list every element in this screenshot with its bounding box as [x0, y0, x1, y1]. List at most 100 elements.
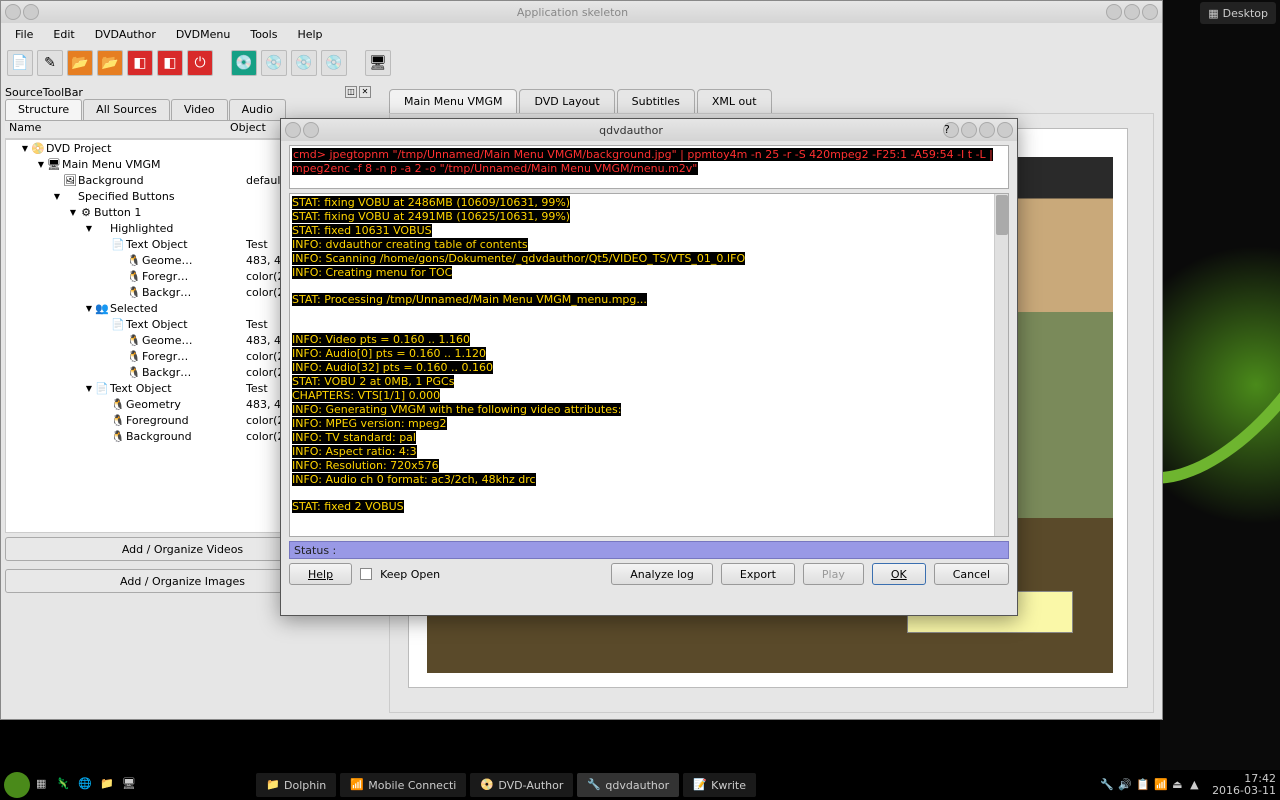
help-button[interactable]: Help	[289, 563, 352, 585]
qdvdauthor-dialog: qdvdauthor ? cmd> jpegtopnm "/tmp/Unname…	[280, 118, 1018, 616]
menu-dvdauthor[interactable]: DVDAuthor	[87, 26, 164, 43]
taskbar-clock[interactable]: 17:42 2016-03-11	[1208, 773, 1280, 797]
desktop-widget-label: Desktop	[1223, 7, 1268, 20]
tool-disc4[interactable]: 💿	[321, 50, 347, 76]
log-line: INFO: dvdauthor creating table of conten…	[292, 238, 528, 251]
tab-structure[interactable]: Structure	[5, 99, 82, 120]
maximize-button[interactable]	[1124, 4, 1140, 20]
log-line: STAT: Processing /tmp/Unnamed/Main Menu …	[292, 293, 647, 306]
tray-icon[interactable]: 🔊	[1118, 778, 1132, 792]
desktop-icon: ▦	[1208, 7, 1218, 20]
desktop-background	[1160, 0, 1280, 770]
desktop-widget[interactable]: ▦ Desktop	[1200, 2, 1276, 24]
launcher-2[interactable]: 🌐	[78, 777, 94, 793]
tool-monitor[interactable]: 🖥	[365, 50, 391, 76]
right-tab-subtitles[interactable]: Subtitles	[617, 89, 695, 114]
cancel-button[interactable]: Cancel	[934, 563, 1009, 585]
taskbar-task[interactable]: 🔧qdvdauthor	[577, 773, 679, 797]
tool-folder1[interactable]: 📂	[67, 50, 93, 76]
tool-disc2[interactable]: 💿	[261, 50, 287, 76]
dialog-minimize-button[interactable]	[961, 122, 977, 138]
tab-all-sources[interactable]: All Sources	[83, 99, 170, 120]
tool-disc3[interactable]: 💿	[291, 50, 317, 76]
panel-close-button[interactable]: ✕	[359, 86, 371, 98]
status-bar: Status :	[289, 541, 1009, 559]
taskbar-task[interactable]: 📀DVD-Author	[470, 773, 573, 797]
start-button[interactable]	[4, 772, 30, 798]
log-line: INFO: Generating VMGM with the following…	[292, 403, 621, 416]
menubar: File Edit DVDAuthor DVDMenu Tools Help	[1, 23, 1162, 45]
command-text: cmd> jpegtopnm "/tmp/Unnamed/Main Menu V…	[292, 148, 993, 175]
pager[interactable]: ▦	[36, 777, 52, 793]
tool-edit[interactable]: ✎	[37, 50, 63, 76]
command-box[interactable]: cmd> jpegtopnm "/tmp/Unnamed/Main Menu V…	[289, 145, 1009, 189]
taskbar-task[interactable]: 📝Kwrite	[683, 773, 756, 797]
log-line: INFO: Audio ch 0 format: ac3/2ch, 48khz …	[292, 473, 536, 486]
log-line: STAT: fixed 2 VOBUS	[292, 500, 404, 513]
launcher-3[interactable]: 📁	[100, 777, 116, 793]
launcher-1[interactable]: 🦎	[56, 777, 72, 793]
log-line: INFO: TV standard: pal	[292, 431, 416, 444]
log-output[interactable]: STAT: fixing VOBU at 2486MB (10609/10631…	[289, 193, 1009, 537]
ok-button[interactable]: OK	[872, 563, 926, 585]
taskbar-task[interactable]: 📶Mobile Connecti	[340, 773, 466, 797]
dialog-pin-button[interactable]	[303, 122, 319, 138]
tab-audio[interactable]: Audio	[229, 99, 286, 120]
tab-video[interactable]: Video	[171, 99, 228, 120]
dialog-close-button[interactable]	[997, 122, 1013, 138]
main-window-title: Application skeleton	[39, 6, 1106, 19]
log-line: INFO: Aspect ratio: 4:3	[292, 445, 417, 458]
tool-disc1[interactable]: 💿	[231, 50, 257, 76]
play-button[interactable]: Play	[803, 563, 864, 585]
dialog-button-row: Help Keep Open Analyze log Export Play O…	[289, 563, 1009, 585]
tool-logo1[interactable]: ◧	[127, 50, 153, 76]
right-tab-main-menu[interactable]: Main Menu VMGM	[389, 89, 517, 114]
log-line: STAT: fixing VOBU at 2486MB (10609/10631…	[292, 196, 570, 209]
tray-icon[interactable]: 📋	[1136, 778, 1150, 792]
taskbar: ▦ 🦎 🌐 📁 🖥 📁Dolphin📶Mobile Connecti📀DVD-A…	[0, 770, 1280, 800]
main-toolbar: 📄 ✎ 📂 📂 ◧ ◧ ⏻ 💿 💿 💿 💿 🖥	[1, 45, 1162, 81]
log-line: STAT: VOBU 2 at 0MB, 1 PGCs	[292, 375, 454, 388]
tool-folder2[interactable]: 📂	[97, 50, 123, 76]
tray-icon[interactable]: 🔧	[1100, 778, 1114, 792]
taskbar-task[interactable]: 📁Dolphin	[256, 773, 336, 797]
menu-help[interactable]: Help	[289, 26, 330, 43]
log-scrollbar[interactable]	[994, 194, 1008, 536]
tray-icon[interactable]: ⏏	[1172, 778, 1186, 792]
tool-logo2[interactable]: ◧	[157, 50, 183, 76]
close-button[interactable]	[1142, 4, 1158, 20]
menu-edit[interactable]: Edit	[45, 26, 82, 43]
tree-header-object[interactable]: Object	[230, 121, 266, 138]
menu-file[interactable]: File	[7, 26, 41, 43]
dialog-menu-button[interactable]	[285, 122, 301, 138]
tool-new[interactable]: 📄	[7, 50, 33, 76]
export-button[interactable]: Export	[721, 563, 795, 585]
dialog-help-button[interactable]: ?	[943, 122, 959, 138]
tray-expand[interactable]: ▲	[1190, 778, 1204, 792]
dialog-title: qdvdauthor	[319, 124, 943, 137]
menu-dvdmenu[interactable]: DVDMenu	[168, 26, 238, 43]
launcher-4[interactable]: 🖥	[122, 777, 138, 793]
minimize-button[interactable]	[1106, 4, 1122, 20]
log-line: STAT: fixed 10631 VOBUS	[292, 224, 432, 237]
tray-icon[interactable]: 📶	[1154, 778, 1168, 792]
log-line: INFO: Resolution: 720x576	[292, 459, 439, 472]
analyze-log-button[interactable]: Analyze log	[611, 563, 713, 585]
keep-open-label: Keep Open	[380, 568, 440, 581]
main-titlebar: Application skeleton	[1, 1, 1162, 23]
dialog-maximize-button[interactable]	[979, 122, 995, 138]
right-tabs: Main Menu VMGM DVD Layout Subtitles XML …	[389, 89, 774, 114]
window-menu-button[interactable]	[5, 4, 21, 20]
log-line: STAT: fixing VOBU at 2491MB (10625/10631…	[292, 210, 570, 223]
tree-header-name[interactable]: Name	[5, 121, 230, 138]
menu-tools[interactable]: Tools	[242, 26, 285, 43]
right-tab-xml-out[interactable]: XML out	[697, 89, 772, 114]
source-toolbar-label: SourceToolBar	[5, 86, 83, 99]
tool-power[interactable]: ⏻	[187, 50, 213, 76]
keep-open-checkbox[interactable]	[360, 568, 372, 580]
dialog-titlebar: qdvdauthor ?	[281, 119, 1017, 141]
log-line: INFO: Video pts = 0.160 .. 1.160	[292, 333, 470, 346]
window-pin-button[interactable]	[23, 4, 39, 20]
right-tab-dvd-layout[interactable]: DVD Layout	[519, 89, 614, 114]
panel-undock-button[interactable]: ◫	[345, 86, 357, 98]
